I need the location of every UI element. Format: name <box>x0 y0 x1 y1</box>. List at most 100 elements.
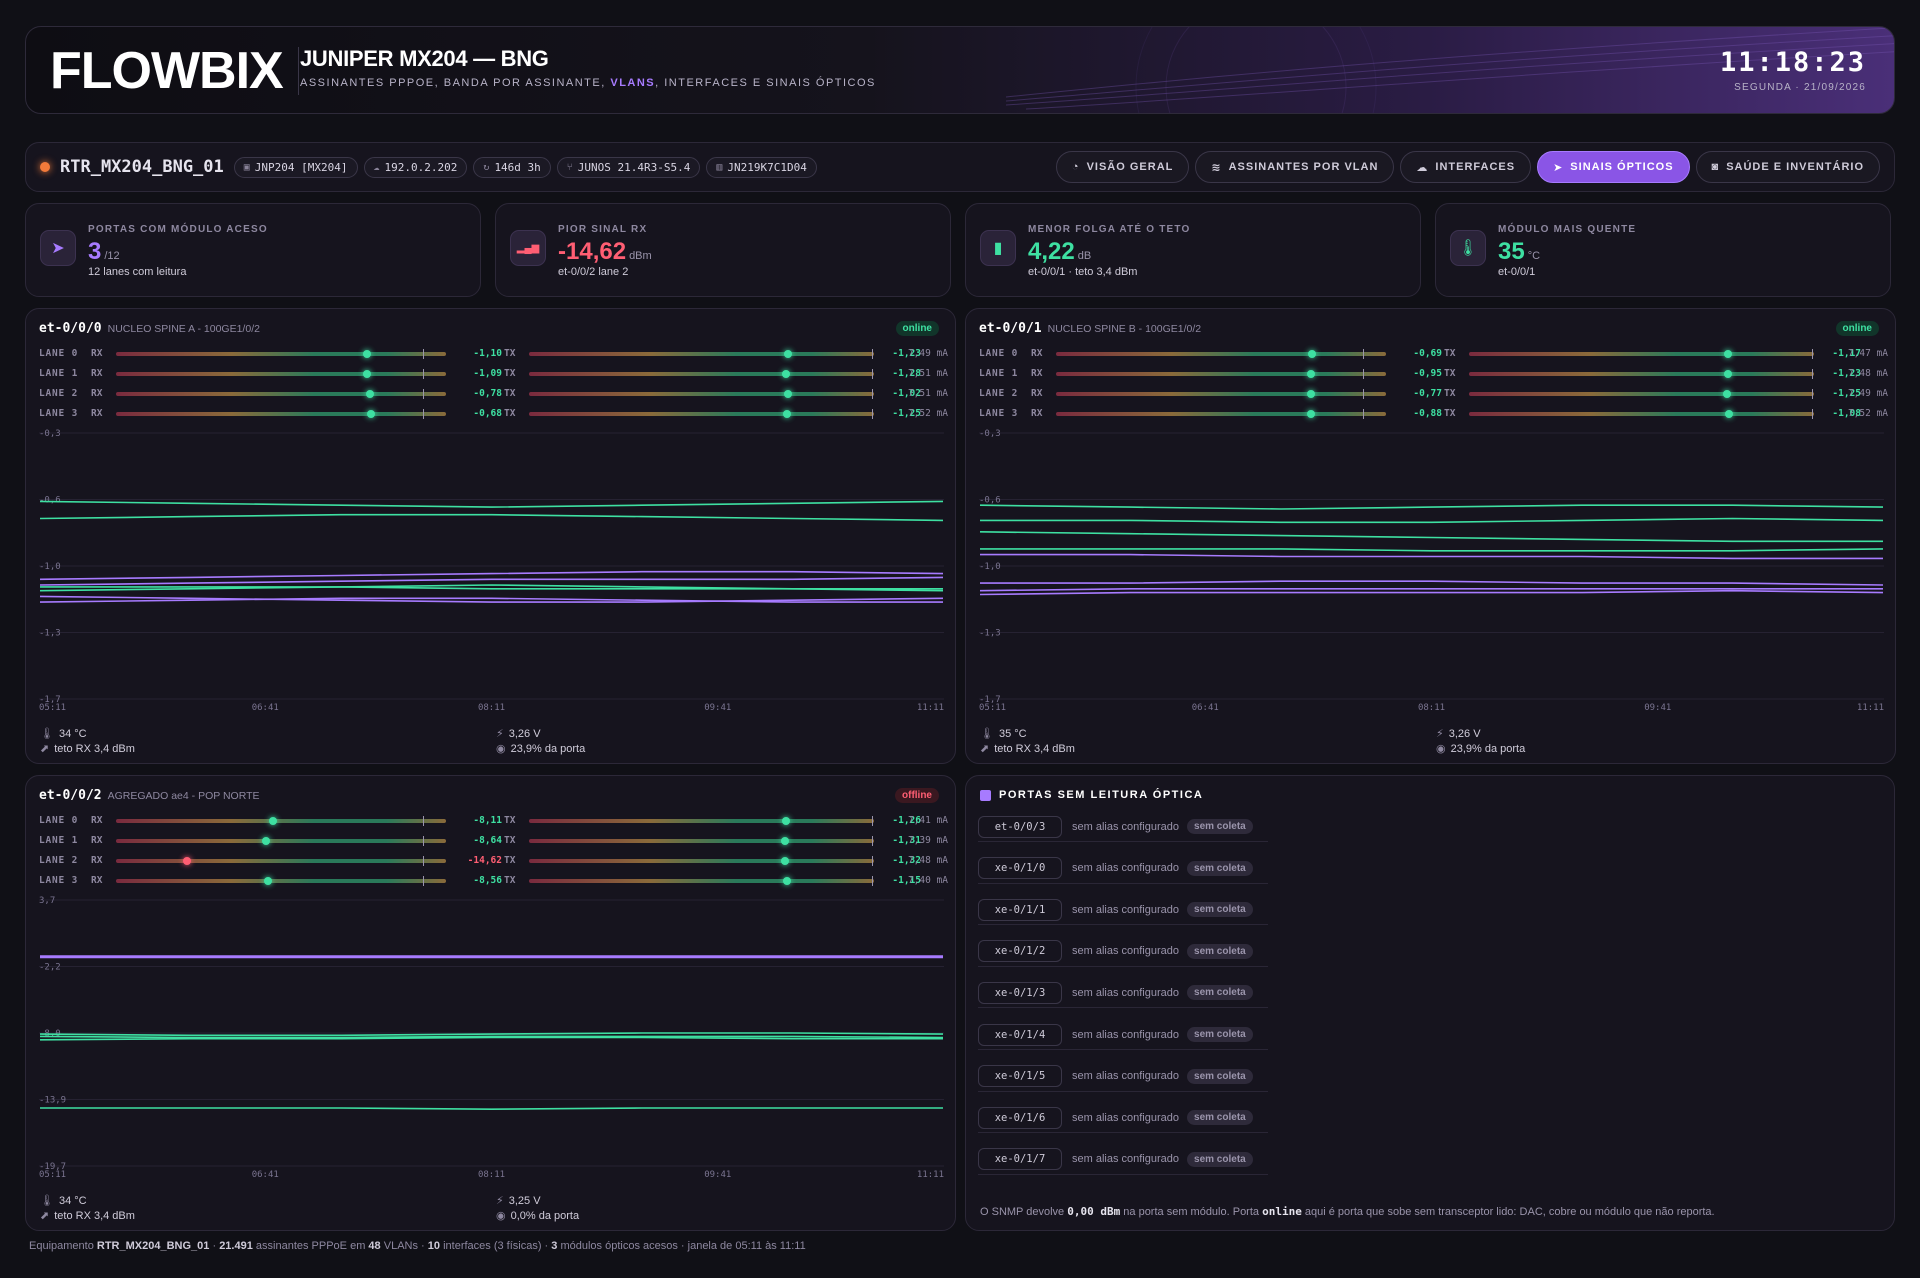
tab-label: SINAIS ÓPTICOS <box>1570 161 1674 173</box>
rx-meter <box>1056 369 1386 379</box>
tx-meter <box>529 349 874 359</box>
status-badge: sem coleta <box>1187 1068 1253 1084</box>
tx-marker <box>783 877 792 885</box>
series-line <box>979 589 1884 596</box>
router-chips: ▣ JNP204 [MX204] ☁ 192.0.2.202 ↻ 146d 3h ⑂ JUNO… <box>233 156 823 178</box>
port-id: xe-0/1/0 <box>978 857 1062 880</box>
series-line <box>980 548 1884 552</box>
no-reading-row[interactable]: et-0/0/3 sem alias configurado sem coleta <box>978 812 1268 842</box>
no-reading-row[interactable]: xe-0/1/3 sem alias configurado sem coleta <box>978 978 1268 1009</box>
port-footer-usage: ◉ 23,9% da porta <box>496 742 585 755</box>
no-reading-row[interactable]: xe-0/1/1 sem alias configurado sem coleta <box>978 895 1268 926</box>
rx-meter <box>116 816 446 826</box>
no-reading-row[interactable]: xe-0/1/6 sem alias configurado sem coleta <box>978 1103 1268 1134</box>
router-name: RTR_MX204_BNG_01 <box>60 157 224 177</box>
stat-label: MÓDULO MAIS QUENTE <box>1498 224 1637 235</box>
port-alias: sem alias configurado <box>1072 1153 1180 1166</box>
series-line <box>39 576 944 586</box>
send-icon: ➤ <box>1553 161 1564 174</box>
rx-value: -1,09 <box>473 368 502 379</box>
rx-label: RX <box>91 835 103 846</box>
port-header: et-0/0/0 NUCLEO SPINE A - 100GE1/0/2 <box>39 321 260 336</box>
rx-marker <box>1307 350 1316 358</box>
thermometer-icon: 🌡 <box>980 728 994 740</box>
lane-name: LANE 1 <box>39 368 79 379</box>
footer-summary: Equipamento RTR_MX204_BNG_01 · 21.491 as… <box>29 1240 806 1252</box>
lane-name: LANE 3 <box>39 875 79 886</box>
port-footer-temp: 🌡 34 °C <box>40 1194 87 1207</box>
tx-label: TX <box>504 875 516 886</box>
tab-assinantes-por-vlan[interactable]: ≋ ASSINANTES POR VLAN <box>1195 151 1395 183</box>
ceiling-mark <box>422 836 424 846</box>
no-reading-row[interactable]: xe-0/1/2 sem alias configurado sem coleta <box>978 937 1268 967</box>
ceiling-mark <box>1812 389 1814 399</box>
footer-value: teto RX 3,4 dBm <box>54 743 135 755</box>
tx-meter <box>1469 409 1814 419</box>
tx-label: TX <box>504 835 516 846</box>
uptime-icon: ↻ <box>483 161 490 173</box>
rx-value: -0,88 <box>1413 408 1442 419</box>
rx-label: RX <box>91 408 103 419</box>
tab-sa-de-e-invent-rio[interactable]: ◙ SAÚDE E INVENTÁRIO <box>1695 151 1880 183</box>
port-alias: NUCLEO SPINE B - 100GE1/0/2 <box>1047 323 1202 335</box>
stat-unit: /12 <box>104 250 120 262</box>
x-tick-label: 09:41 <box>704 1170 731 1178</box>
tab-sinais-pticos[interactable]: ➤ SINAIS ÓPTICOS <box>1537 151 1690 183</box>
rx-marker <box>182 857 191 865</box>
bias-current: 7,49 mA <box>1847 388 1888 399</box>
lane-name: LANE 0 <box>979 348 1019 359</box>
port-footer-voltage: ⚡ 3,26 V <box>1436 727 1481 740</box>
rx-label: RX <box>91 815 103 826</box>
lane-name: LANE 2 <box>979 388 1019 399</box>
chip-text: 192.0.2.202 <box>384 160 458 174</box>
x-tick-label: 08:11 <box>478 703 505 711</box>
no-reading-row[interactable]: xe-0/1/7 sem alias configurado sem coleta <box>978 1145 1268 1175</box>
series-line <box>980 517 1884 524</box>
lane-row: LANE 2 RX -0,78 TX -1,02 7,51 mA <box>39 385 948 403</box>
tab-interfaces[interactable]: ☁ INTERFACES <box>1400 151 1532 183</box>
port-id: xe-0/1/5 <box>978 1065 1062 1088</box>
lane-row: LANE 1 RX -0,95 TX -1,23 7,48 mA <box>979 365 1888 383</box>
port-alias: sem alias configurado <box>1072 820 1180 833</box>
gauge-icon: ◉ <box>1436 743 1446 755</box>
stat-sub: et-0/0/1 · teto 3,4 dBm <box>1028 266 1138 278</box>
series-line <box>39 513 944 522</box>
lane-name: LANE 0 <box>39 348 79 359</box>
x-tick-label: 05:11 <box>979 703 1006 711</box>
cpu-icon: ▣ <box>243 161 250 173</box>
series-line <box>39 595 944 603</box>
status-badge: sem coleta <box>1187 985 1253 1001</box>
app-header: FLOWBIX JUNIPER MX204 — BNG ASSINANTES P… <box>25 26 1895 114</box>
stat-unit: °C <box>1527 250 1541 262</box>
rx-meter <box>116 369 446 379</box>
tx-marker <box>1723 390 1732 398</box>
stat-label: PORTAS COM MÓDULO ACESO <box>88 224 268 235</box>
rx-label: RX <box>91 368 103 379</box>
stat-card: ▮ MENOR FOLGA ATÉ O TETO 4,22 dB et-0/0/1 · … <box>965 203 1421 297</box>
x-tick-label: 05:11 <box>39 1170 66 1178</box>
no-reading-row[interactable]: xe-0/1/0 sem alias configurado sem coleta <box>978 854 1268 884</box>
no-reading-row[interactable]: xe-0/1/5 sem alias configurado sem coleta <box>978 1062 1268 1092</box>
tx-label: TX <box>504 368 516 379</box>
port-id: xe-0/1/7 <box>978 1148 1062 1171</box>
tab-vis-o-geral[interactable]: ◔ VISÃO GERAL <box>1055 151 1190 183</box>
status-badge: sem coleta <box>1187 1151 1253 1167</box>
rx-marker <box>268 817 277 825</box>
tx-label: TX <box>504 855 516 866</box>
tx-label: TX <box>504 408 516 419</box>
router-chip: ▣ JNP204 [MX204] <box>233 156 358 178</box>
status-badge: offline <box>895 788 939 803</box>
rx-marker <box>362 350 371 358</box>
rx-value: -1,10 <box>473 348 502 359</box>
tx-marker <box>783 410 792 418</box>
ceiling-mark <box>872 876 874 886</box>
series-line <box>980 580 1884 586</box>
y-tick-label: 3,7 <box>39 896 55 906</box>
port-footer-temp: 🌡 35 °C <box>980 727 1027 740</box>
rx-meter <box>1056 409 1386 419</box>
stat-number: 35 <box>1498 238 1525 265</box>
status-badge: sem coleta <box>1187 860 1253 876</box>
bias-current: 7,48 mA <box>907 855 948 866</box>
no-reading-row[interactable]: xe-0/1/4 sem alias configurado sem coleta <box>978 1020 1268 1050</box>
tx-marker <box>781 857 790 865</box>
